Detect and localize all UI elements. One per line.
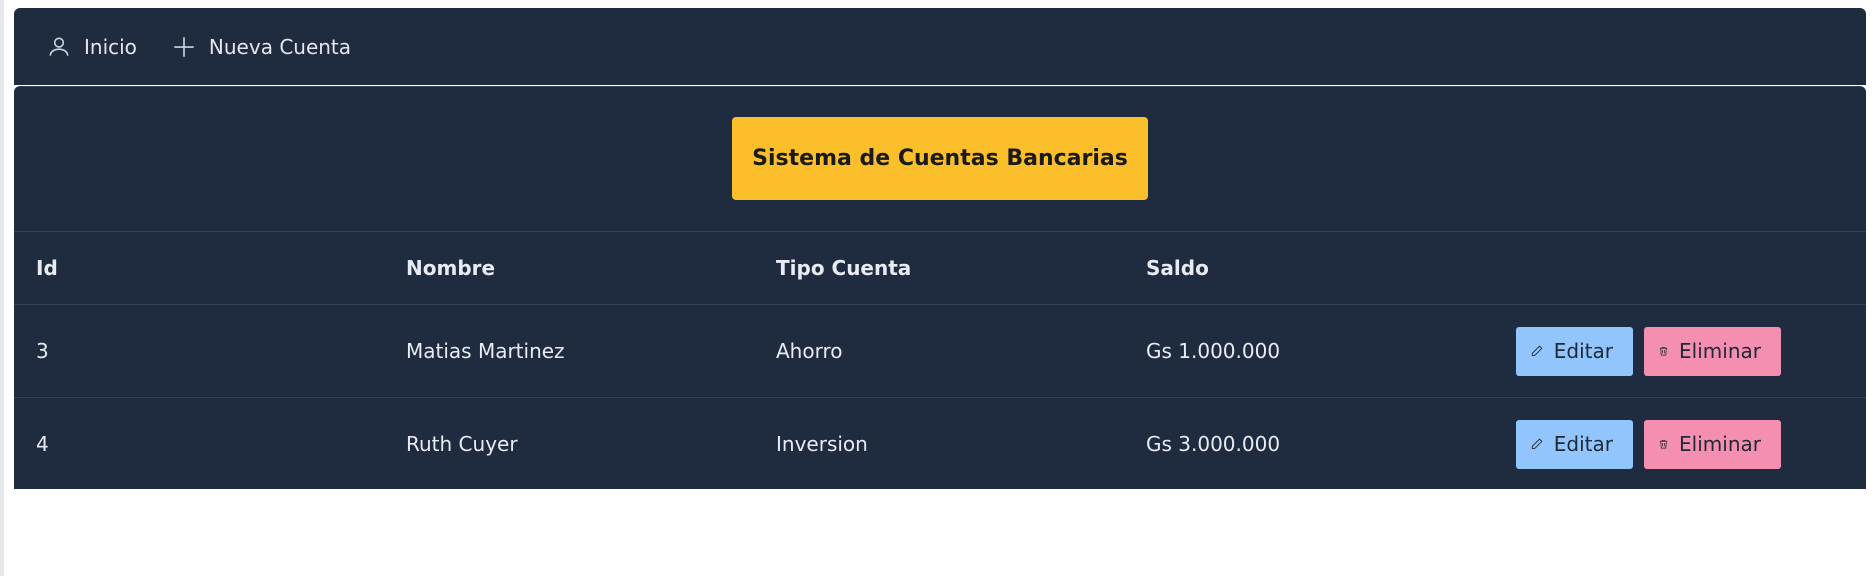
delete-button[interactable]: Eliminar xyxy=(1644,419,1781,469)
page-title: Sistema de Cuentas Bancarias xyxy=(732,117,1148,200)
left-edge xyxy=(0,0,4,576)
table-header-row: Id Nombre Tipo Cuenta Saldo xyxy=(14,232,1866,305)
row-actions: Editar Eliminar xyxy=(1516,419,1866,469)
nav-item-label: Inicio xyxy=(84,34,137,59)
table-row: 3 Matias Martinez Ahorro Gs 1.000.000 Ed… xyxy=(14,304,1866,398)
main-panel: Sistema de Cuentas Bancarias Id Nombre T… xyxy=(14,86,1866,489)
edit-button[interactable]: Editar xyxy=(1516,419,1633,469)
edit-label: Editar xyxy=(1553,339,1613,363)
nav-item-label: Nueva Cuenta xyxy=(208,34,352,59)
cell-nombre: Ruth Cuyer xyxy=(406,432,518,456)
cell-saldo: Gs 3.000.000 xyxy=(1146,432,1281,456)
pencil-icon xyxy=(1531,345,1543,357)
cell-id: 3 xyxy=(36,339,49,363)
header-tipo-cuenta: Tipo Cuenta xyxy=(776,256,912,280)
user-icon xyxy=(49,37,69,56)
trash-icon xyxy=(1659,439,1668,449)
cell-tipo: Inversion xyxy=(776,432,868,456)
pencil-icon xyxy=(1531,438,1543,450)
nav-item-nueva-cuenta[interactable]: Nueva Cuenta xyxy=(171,34,351,60)
cell-actions: Editar Eliminar xyxy=(1494,305,1866,398)
edit-label: Editar xyxy=(1553,432,1613,456)
header-nombre: Nombre xyxy=(406,256,496,280)
header-saldo: Saldo xyxy=(1146,256,1209,280)
plus-icon xyxy=(174,36,194,57)
cell-tipo: Ahorro xyxy=(776,339,843,363)
delete-button[interactable]: Eliminar xyxy=(1644,326,1781,376)
title-area: Sistema de Cuentas Bancarias xyxy=(14,87,1866,232)
edit-button[interactable]: Editar xyxy=(1516,326,1633,376)
cell-saldo: Gs 1.000.000 xyxy=(1146,339,1281,363)
navbar: Inicio Nueva Cuenta xyxy=(14,8,1866,85)
delete-label: Eliminar xyxy=(1679,432,1761,456)
header-actions xyxy=(1494,232,1866,305)
cell-nombre: Matias Martinez xyxy=(406,339,565,363)
cell-id: 4 xyxy=(36,432,49,456)
cell-actions: Editar Eliminar xyxy=(1494,398,1866,491)
delete-label: Eliminar xyxy=(1679,339,1761,363)
table-row: 4 Ruth Cuyer Inversion Gs 3.000.000 Edit… xyxy=(14,397,1866,491)
trash-icon xyxy=(1659,346,1668,356)
row-actions: Editar Eliminar xyxy=(1516,326,1866,376)
header-id: Id xyxy=(36,256,58,280)
nav-item-inicio[interactable]: Inicio xyxy=(46,34,137,60)
accounts-table: Id Nombre Tipo Cuenta Saldo 3 Matias Mar… xyxy=(14,232,1866,490)
